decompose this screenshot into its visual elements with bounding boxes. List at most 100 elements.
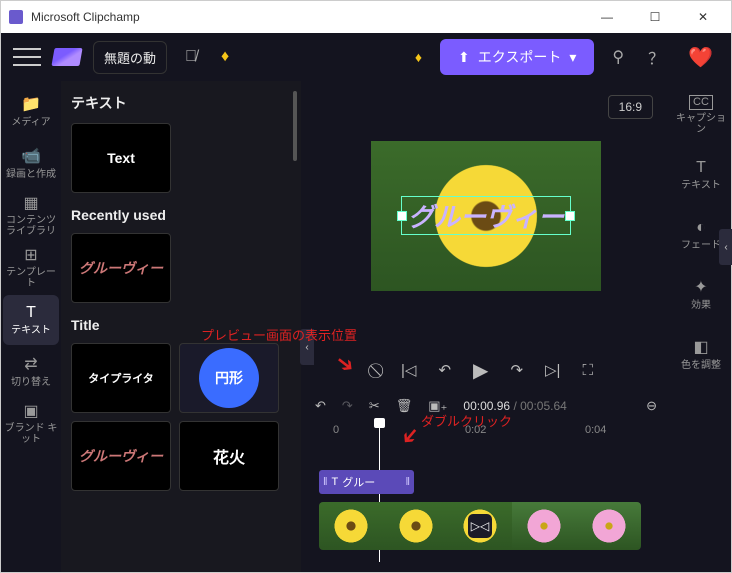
- rail-effects[interactable]: ✦ 効果: [673, 267, 729, 323]
- maximize-button[interactable]: ☐: [635, 3, 675, 31]
- skip-end-icon[interactable]: ▷|: [545, 361, 560, 379]
- premium-icon[interactable]: ♦: [409, 43, 428, 71]
- clip-thumb: [383, 502, 447, 550]
- step-back-icon[interactable]: ↶: [438, 361, 451, 379]
- rail-label: 録画と作成: [6, 169, 56, 180]
- menu-button[interactable]: [13, 45, 41, 69]
- rail-brandkit[interactable]: ▣ ブランド キット: [3, 399, 59, 449]
- preset-plain-text[interactable]: Text: [71, 123, 171, 193]
- section-heading-text: テキスト: [71, 93, 291, 113]
- templates-icon: ⊞: [24, 247, 37, 265]
- folder-icon: 📁: [21, 96, 41, 114]
- export-label: エクスポート: [478, 47, 562, 67]
- rail-label: 効果: [691, 300, 711, 311]
- share-icon[interactable]: ⚲: [606, 41, 630, 73]
- preview-area: ‹ 16:9 グルーヴィー ⃠ |◁ ↶ ▶ ↷ ▷| ⛶ ↶ ↷ ✂: [301, 81, 671, 572]
- brand-icon: [51, 48, 82, 66]
- section-heading-recent: Recently used: [71, 207, 291, 223]
- rail-label: テキスト: [11, 325, 51, 336]
- rail-label: 色を調整: [681, 360, 721, 371]
- split-button[interactable]: ✂: [369, 398, 380, 414]
- text-overlay-selection[interactable]: グルーヴィー: [401, 196, 571, 235]
- scrollbar[interactable]: [293, 91, 297, 161]
- section-heading-title: Title: [71, 317, 291, 333]
- clip-thumb: ▷◁: [448, 502, 512, 550]
- text-clip-label: グルー: [342, 474, 375, 490]
- export-button[interactable]: ⬆ エクスポート ▾: [440, 39, 594, 75]
- ruler-tick: 0: [333, 424, 339, 436]
- collapse-right-button[interactable]: ‹: [719, 229, 731, 265]
- preset-label: グルーヴィー: [79, 258, 163, 278]
- rail-text[interactable]: T テキスト: [3, 295, 59, 345]
- timeline-ruler[interactable]: 0 0:02 0:04: [315, 422, 657, 444]
- preset-groovy-title[interactable]: グルーヴィー: [71, 421, 171, 491]
- app-window: Microsoft Clipchamp — ☐ ✕ 無題の動 👁̸ ♦ ♦ ⬆ …: [0, 0, 732, 573]
- text-clip-type-icon: T: [332, 476, 339, 488]
- clip-grip-right-icon[interactable]: ‖: [405, 476, 410, 488]
- topbar: 無題の動 👁̸ ♦ ♦ ⬆ エクスポート ▾ ⚲ ？ ❤️: [1, 33, 731, 81]
- clip-thumb: [512, 502, 576, 550]
- text-icon: T: [696, 159, 706, 177]
- rail-label: テンプレート: [3, 267, 59, 289]
- preset-groovy-recent[interactable]: グルーヴィー: [71, 233, 171, 303]
- titlebar: Microsoft Clipchamp — ☐ ✕: [1, 1, 731, 33]
- preset-fireworks[interactable]: 花火: [179, 421, 279, 491]
- rail-captions[interactable]: CC キャプション: [673, 87, 729, 143]
- preset-label: タイプライタ: [88, 370, 154, 386]
- delete-button[interactable]: 🗑: [396, 398, 413, 414]
- library-icon: ▦: [23, 195, 38, 213]
- rail-text-props[interactable]: T テキスト: [673, 147, 729, 203]
- rail-label: キャプション: [673, 113, 729, 135]
- text-presets-panel: テキスト Text Recently used グルーヴィー Title タイプ…: [61, 81, 301, 572]
- rail-label: ブランド キット: [3, 423, 59, 445]
- help-icon[interactable]: ？: [642, 39, 670, 75]
- undo-button[interactable]: ↶: [315, 398, 326, 414]
- color-adjust-icon: ◧: [693, 339, 708, 357]
- video-frame: グルーヴィー: [371, 141, 601, 291]
- captions-icon: CC: [689, 95, 713, 109]
- right-rail: CCキャプション Tテキスト ◐フェード ✦効果 ‹ ◧色を調整: [671, 81, 731, 572]
- rail-record[interactable]: 📹録画と作成: [3, 139, 59, 189]
- transitions-icon: ⇄: [24, 356, 37, 374]
- fullscreen-icon[interactable]: ⛶: [582, 362, 593, 379]
- rail-label: 切り替え: [11, 377, 51, 388]
- rail-label: メディア: [11, 117, 50, 128]
- upload-icon: ⬆: [458, 49, 470, 66]
- rail-media[interactable]: 📁 メディア: [3, 87, 59, 137]
- skip-start-icon[interactable]: |◁: [401, 361, 416, 379]
- timeline[interactable]: 0 0:02 0:04 ‖ T グルー ‖ ▷◁: [301, 422, 671, 572]
- preset-label: 花火: [213, 444, 245, 468]
- rail-transitions[interactable]: ⇄ 切り替え: [3, 347, 59, 397]
- rail-templates[interactable]: ⊞ テンプレート: [3, 243, 59, 293]
- close-button[interactable]: ✕: [683, 3, 723, 31]
- preset-circle[interactable]: 円形: [179, 343, 279, 413]
- clip-thumb: [319, 502, 383, 550]
- step-forward-icon[interactable]: ↷: [510, 361, 523, 379]
- rail-library[interactable]: ▦コンテンツライブラリ: [3, 191, 59, 241]
- video-clip[interactable]: ▷◁: [319, 502, 641, 550]
- minimize-button[interactable]: —: [587, 3, 627, 31]
- heart-icon[interactable]: ❤️: [682, 39, 719, 76]
- aspect-ratio-badge[interactable]: 16:9: [608, 95, 653, 119]
- app-logo-icon: [9, 10, 23, 24]
- visibility-icon[interactable]: 👁̸: [179, 42, 203, 72]
- brandkit-icon: ▣: [23, 403, 38, 421]
- duration: 00:05.64: [520, 399, 567, 413]
- transition-marker-icon[interactable]: ▷◁: [468, 514, 492, 538]
- preset-label: グルーヴィー: [79, 446, 163, 466]
- redo-button[interactable]: ↷: [342, 398, 353, 414]
- rail-label: テキスト: [681, 180, 721, 191]
- zoom-out-button[interactable]: ⊖: [646, 398, 657, 414]
- text-clip[interactable]: ‖ T グルー ‖: [319, 470, 414, 494]
- preset-typewriter[interactable]: タイプライタ: [71, 343, 171, 413]
- text-icon: T: [26, 304, 36, 322]
- add-media-button[interactable]: ▣₊: [428, 398, 447, 414]
- clip-grip-left-icon[interactable]: ‖: [323, 476, 328, 488]
- project-title-input[interactable]: 無題の動: [93, 41, 167, 74]
- play-button[interactable]: ▶: [473, 358, 488, 383]
- rail-color[interactable]: ◧ 色を調整: [673, 327, 729, 383]
- effects-icon: ✦: [694, 279, 707, 297]
- video-preview[interactable]: 16:9 グルーヴィー: [301, 81, 671, 350]
- current-time: 00:00.96: [463, 399, 510, 413]
- window-title: Microsoft Clipchamp: [31, 10, 140, 24]
